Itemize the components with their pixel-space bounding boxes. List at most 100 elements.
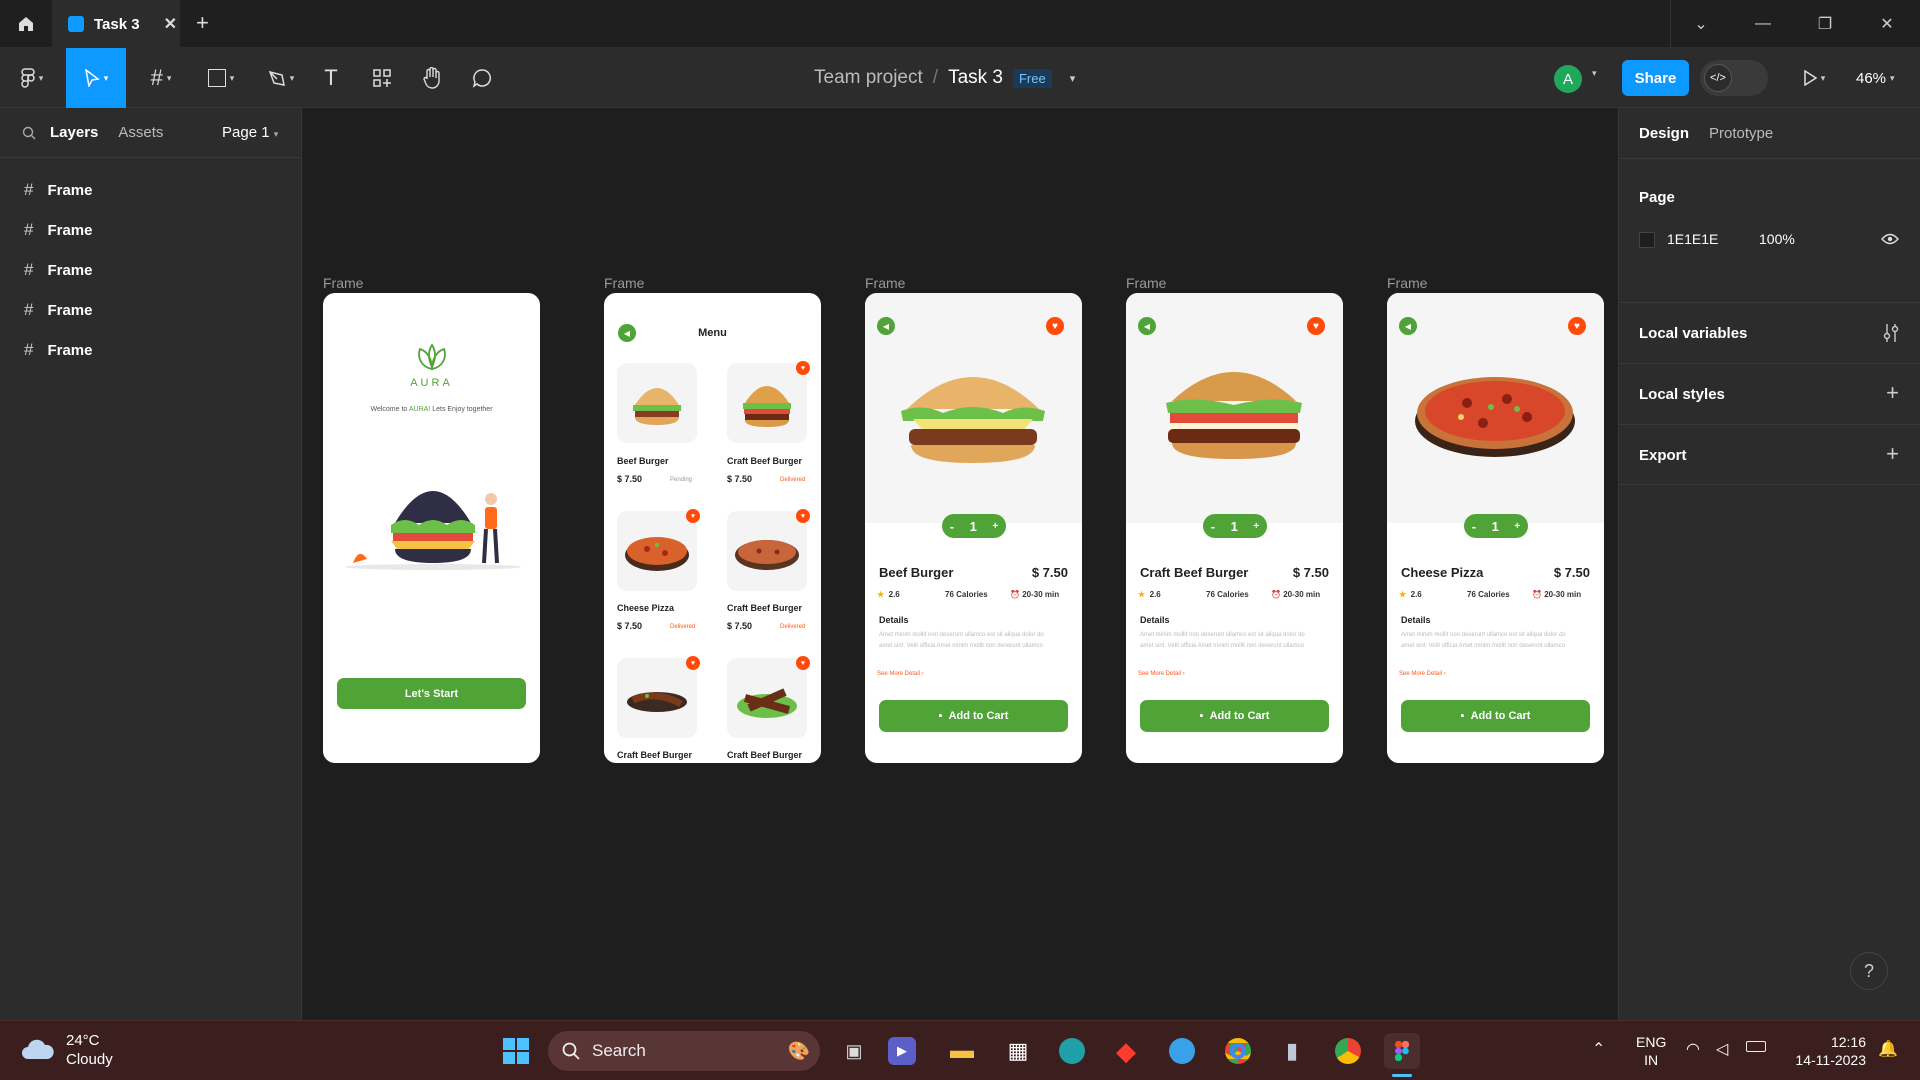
menu-card-image[interactable] (727, 511, 807, 591)
heart-icon[interactable]: ♥ (686, 509, 700, 523)
decrease-button[interactable]: - (950, 519, 954, 534)
home-tab[interactable] (0, 0, 52, 48)
file-explorer-icon[interactable]: ▬ (944, 1033, 980, 1069)
tab-prototype[interactable]: Prototype (1709, 125, 1773, 142)
add-to-cart-button[interactable]: ▪ Add to Cart (1140, 700, 1329, 732)
quantity-stepper[interactable]: - 1 + (942, 514, 1006, 538)
chrome-profile-icon[interactable] (1330, 1033, 1366, 1069)
quantity-stepper[interactable]: - 1 + (1464, 514, 1528, 538)
start-button[interactable] (498, 1033, 534, 1069)
tab-layers[interactable]: Layers (50, 124, 98, 141)
clock[interactable]: 12:16 14-11-2023 (1786, 1033, 1866, 1069)
layer-item[interactable]: # Frame (0, 170, 301, 210)
frame-label[interactable]: Frame (1387, 275, 1427, 291)
frame-label[interactable]: Frame (865, 275, 905, 291)
increase-button[interactable]: + (992, 521, 998, 532)
close-window-button[interactable]: ✕ (1856, 0, 1918, 48)
help-button[interactable]: ? (1850, 952, 1888, 990)
lets-start-button[interactable]: Let's Start (337, 678, 526, 709)
decrease-button[interactable]: - (1211, 519, 1215, 534)
increase-button[interactable]: + (1253, 521, 1259, 532)
add-to-cart-button[interactable]: ▪ Add to Cart (879, 700, 1068, 732)
add-to-cart-button[interactable]: ▪ Add to Cart (1401, 700, 1590, 732)
search-icon[interactable] (22, 126, 36, 140)
language-indicator[interactable]: ENG IN (1636, 1033, 1666, 1069)
comment-tool-button[interactable] (464, 48, 500, 108)
section-title[interactable]: Local variables (1639, 325, 1747, 342)
see-more-link[interactable]: See More Detail › (1138, 671, 1185, 677)
dev-mode-toggle[interactable]: </> (1700, 60, 1768, 96)
product-detail-frame[interactable]: ◀ ♥ - 1 + Beef Burger $ 7.50 ★ 2.6 76 Ca… (865, 293, 1082, 763)
back-icon[interactable]: ◀ (1138, 317, 1156, 335)
chevron-down-icon[interactable]: ⌄ (1670, 0, 1732, 48)
figma-taskbar-icon[interactable] (1384, 1033, 1420, 1069)
layer-item[interactable]: # Frame (0, 210, 301, 250)
pen-tool-button[interactable]: ▾ (256, 48, 306, 108)
product-detail-frame[interactable]: ◀ ♥ - 1 + Craft Beef Burger $ 7.50 ★ 2.6… (1126, 293, 1343, 763)
shape-tool-button[interactable]: ▾ (196, 48, 246, 108)
color-swatch[interactable] (1639, 232, 1655, 248)
wifi-icon[interactable]: ◠ (1686, 1039, 1700, 1059)
teams-icon[interactable]: ▶ (888, 1037, 916, 1065)
menu-card-image[interactable] (727, 363, 807, 443)
heart-icon[interactable]: ♥ (1568, 317, 1586, 335)
battery-icon[interactable] (1746, 1041, 1766, 1052)
restore-button[interactable]: ❐ (1794, 0, 1856, 48)
project-name[interactable]: Team project (814, 67, 923, 89)
layer-item[interactable]: # Frame (0, 290, 301, 330)
page-selector[interactable]: Page 1 ▾ (222, 124, 278, 141)
file-tab[interactable]: Task 3 ✕ (52, 0, 180, 48)
back-icon[interactable]: ◀ (1399, 317, 1417, 335)
recycle-bin-icon[interactable]: ▮ (1274, 1033, 1310, 1069)
frame-label[interactable]: Frame (1126, 275, 1166, 291)
anydesk-icon[interactable]: ◆ (1108, 1033, 1144, 1069)
menu-card-image[interactable] (617, 363, 697, 443)
heart-icon[interactable]: ♥ (796, 509, 810, 523)
task-view-icon[interactable]: ▣ (836, 1033, 872, 1069)
volume-icon[interactable]: ◁ (1716, 1039, 1728, 1059)
heart-icon[interactable]: ♥ (1046, 317, 1064, 335)
chrome-icon[interactable] (1220, 1033, 1256, 1069)
add-style-button[interactable]: + (1886, 380, 1899, 406)
close-tab-icon[interactable]: ✕ (164, 14, 177, 34)
zoom-menu[interactable]: 46% ▾ (1856, 48, 1895, 108)
hand-tool-button[interactable] (414, 48, 450, 108)
see-more-link[interactable]: See More Detail › (877, 671, 924, 677)
see-more-link[interactable]: See More Detail › (1399, 671, 1446, 677)
file-name[interactable]: Task 3 (948, 67, 1003, 89)
welcome-frame[interactable]: AURA Welcome to AURA! Lets Enjoy togethe… (323, 293, 540, 763)
menu-card-image[interactable] (617, 511, 697, 591)
product-detail-frame[interactable]: ◀ ♥ - 1 + Cheese Pizza $ 7.50 ★ 2.6 76 C… (1387, 293, 1604, 763)
notification-bell-icon[interactable]: 🔔 (1878, 1039, 1898, 1059)
weather-widget[interactable]: 24°C Cloudy (20, 1031, 113, 1069)
chevron-down-icon[interactable]: ▾ (1070, 72, 1076, 85)
decrease-button[interactable]: - (1472, 519, 1476, 534)
resources-button[interactable] (364, 48, 400, 108)
frame-label[interactable]: Frame (323, 275, 363, 291)
move-tool-button[interactable]: ▾ (66, 48, 126, 108)
heart-icon[interactable]: ♥ (796, 656, 810, 670)
layer-item[interactable]: # Frame (0, 330, 301, 370)
taskbar-search[interactable]: Search 🎨 (548, 1031, 820, 1071)
tab-design[interactable]: Design (1639, 125, 1689, 142)
store-icon[interactable]: ▦ (1000, 1033, 1036, 1069)
menu-card-image[interactable] (617, 658, 697, 738)
frame-label[interactable]: Frame (604, 275, 644, 291)
add-export-button[interactable]: + (1886, 441, 1899, 467)
share-button[interactable]: Share (1622, 60, 1689, 96)
edge-icon[interactable] (1054, 1033, 1090, 1069)
sliders-icon[interactable] (1883, 323, 1899, 343)
eye-icon[interactable] (1881, 233, 1899, 245)
minimize-button[interactable]: — (1732, 0, 1794, 48)
new-tab-button[interactable]: + (196, 10, 209, 36)
layer-item[interactable]: # Frame (0, 250, 301, 290)
quantity-stepper[interactable]: - 1 + (1203, 514, 1267, 538)
back-icon[interactable]: ◀ (877, 317, 895, 335)
menu-card-image[interactable] (727, 658, 807, 738)
heart-icon[interactable]: ♥ (686, 656, 700, 670)
avatar[interactable]: A (1554, 65, 1582, 93)
heart-icon[interactable]: ♥ (1307, 317, 1325, 335)
page-color-value[interactable]: 1E1E1E (1667, 231, 1718, 247)
frame-tool-button[interactable]: # ▾ (136, 48, 186, 108)
chevron-up-icon[interactable]: ⌃ (1592, 1039, 1605, 1059)
